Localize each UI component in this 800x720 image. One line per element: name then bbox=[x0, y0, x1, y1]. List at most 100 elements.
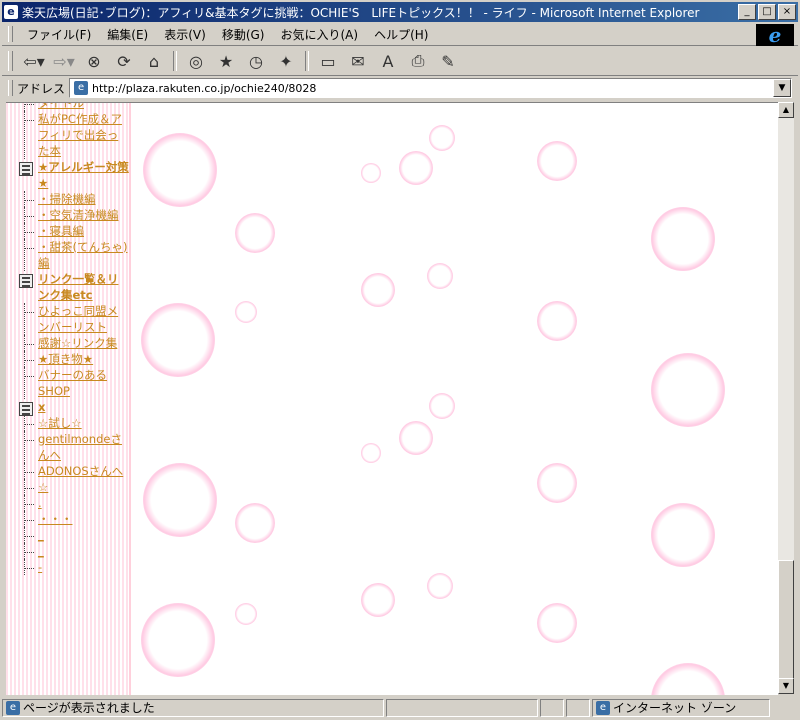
scroll-thumb[interactable] bbox=[778, 560, 794, 682]
ie-logo-icon: e bbox=[756, 24, 794, 46]
bubble-decoration bbox=[427, 573, 453, 599]
back-icon[interactable]: ⇦▾ bbox=[22, 50, 46, 72]
sidebar-link-label: タイトル bbox=[38, 103, 84, 110]
page-done-icon: e bbox=[6, 700, 20, 715]
bubble-decoration bbox=[361, 583, 395, 617]
bubble-decoration bbox=[141, 303, 215, 377]
menu-favorites[interactable]: お気に入り(A) bbox=[272, 26, 366, 43]
sidebar-link-label: バナーのあるSHOP bbox=[38, 368, 107, 398]
sidebar-link-label: _ bbox=[38, 544, 44, 558]
status-bar: e ページが表示されました e インターネット ゾーン bbox=[2, 697, 798, 718]
menu-go[interactable]: 移動(G) bbox=[214, 26, 273, 43]
history-icon[interactable]: ◷ bbox=[244, 50, 268, 72]
menu-view[interactable]: 表示(V) bbox=[156, 26, 214, 43]
sidebar-link[interactable]: _ bbox=[6, 527, 129, 543]
sidebar-link[interactable]: ☆試し☆ bbox=[6, 415, 129, 431]
content-area bbox=[131, 103, 778, 695]
bubble-decoration bbox=[651, 663, 725, 695]
sidebar-category[interactable]: ★アレルギー対策★ bbox=[6, 159, 129, 191]
sidebar-link[interactable]: - bbox=[6, 559, 129, 575]
sidebar-link-label: 感謝☆リンク集 bbox=[38, 336, 118, 350]
page-icon: e bbox=[74, 81, 89, 95]
sidebar-link[interactable]: ADONOSさんへ bbox=[6, 463, 129, 479]
bubble-decoration bbox=[537, 141, 577, 181]
minimize-button[interactable]: _ bbox=[738, 4, 756, 20]
refresh-icon[interactable]: ⟳ bbox=[112, 50, 136, 72]
menu-bar: ファイル(F) 編集(E) 表示(V) 移動(G) お気に入り(A) ヘルプ(H… bbox=[2, 23, 798, 46]
sidebar-category[interactable]: リンク一覧＆リンク集etc bbox=[6, 271, 129, 303]
close-button[interactable]: × bbox=[778, 4, 796, 20]
menu-file[interactable]: ファイル(F) bbox=[19, 26, 99, 43]
sidebar-link-label: ★アレルギー対策★ bbox=[38, 160, 129, 190]
sidebar-link[interactable]: ・掃除機編 bbox=[6, 191, 129, 207]
sidebar-link-label: ・掃除機編 bbox=[38, 192, 96, 206]
sidebar-link-label: ・空気清浄機編 bbox=[38, 208, 119, 222]
sidebar-link-label: gentilmondeさんへ bbox=[38, 432, 122, 462]
sidebar-link-label: リンク一覧＆リンク集etc bbox=[38, 272, 119, 302]
forward-icon[interactable]: ⇨▾ bbox=[52, 50, 76, 72]
menu-edit[interactable]: 編集(E) bbox=[99, 26, 156, 43]
fullscreen-icon[interactable]: ▭ bbox=[316, 50, 340, 72]
sidebar-link-label: - bbox=[38, 560, 43, 574]
bubble-decoration bbox=[361, 273, 395, 307]
sidebar-link[interactable]: ・甜茶(てんちゃ)編 bbox=[6, 239, 129, 271]
vertical-scrollbar[interactable]: ▲ ▼ bbox=[778, 102, 794, 694]
sidebar-link-label: ★頂き物★ bbox=[38, 352, 94, 366]
sidebar-link[interactable]: バナーのあるSHOP bbox=[6, 367, 129, 399]
sidebar-link-label: . bbox=[38, 496, 42, 510]
sidebar-category[interactable]: x bbox=[6, 399, 129, 416]
sidebar-link[interactable]: _ bbox=[6, 543, 129, 559]
sidebar-nav: タイトル 私がPC作成＆アフィリで出会った本 ★アレルギー対策★ ・掃除機編・空気清浄… bbox=[6, 103, 129, 575]
sidebar-link[interactable]: 感謝☆リンク集 bbox=[6, 335, 129, 351]
zone-panel: e インターネット ゾーン bbox=[592, 698, 770, 717]
favorites-icon[interactable]: ★ bbox=[214, 50, 238, 72]
window-title: 楽天広場(日記･ブログ)：アフィリ&基本タグに挑戦：OCHIE'S LIFEトピ… bbox=[22, 5, 700, 20]
bubble-decoration bbox=[427, 263, 453, 289]
scroll-up-button[interactable]: ▲ bbox=[778, 102, 794, 118]
sidebar-link[interactable]: gentilmondeさんへ bbox=[6, 431, 129, 463]
title-bar[interactable]: e 楽天広場(日記･ブログ)：アフィリ&基本タグに挑戦：OCHIE'S LIFE… bbox=[2, 2, 798, 22]
bubble-decoration bbox=[235, 213, 275, 253]
category-list-icon bbox=[19, 274, 33, 288]
sidebar-link-label: ☆試し☆ bbox=[38, 416, 82, 430]
sidebar-link[interactable]: 私がPC作成＆アフィリで出会った本 bbox=[6, 111, 129, 159]
home-icon[interactable]: ⌂ bbox=[142, 50, 166, 72]
sidebar-link[interactable]: ☆ bbox=[6, 479, 129, 495]
status-text-panel: e ページが表示されました bbox=[2, 698, 384, 717]
edit-icon[interactable]: ✎ bbox=[436, 50, 460, 72]
sidebar-link[interactable]: ・空気清浄機編 bbox=[6, 207, 129, 223]
bubble-decoration bbox=[143, 133, 217, 207]
bubble-decoration bbox=[537, 301, 577, 341]
channels-icon[interactable]: ✦ bbox=[274, 50, 298, 72]
sidebar-link[interactable]: ★頂き物★ bbox=[6, 351, 129, 367]
search-icon[interactable]: ◎ bbox=[184, 50, 208, 72]
sidebar-link-label: ・寝具編 bbox=[38, 224, 84, 238]
maximize-button[interactable]: □ bbox=[758, 4, 776, 20]
address-url[interactable]: http://plaza.rakuten.co.jp/ochie240/8028 bbox=[92, 82, 316, 95]
address-grip bbox=[8, 80, 13, 96]
bubble-decoration bbox=[361, 443, 381, 463]
mail-icon[interactable]: ✉ bbox=[346, 50, 370, 72]
address-input[interactable]: e http://plaza.rakuten.co.jp/ochie240/80… bbox=[69, 78, 792, 98]
print-icon[interactable]: ⎙ bbox=[406, 50, 430, 72]
menu-help[interactable]: ヘルプ(H) bbox=[366, 26, 436, 43]
bubble-decoration bbox=[235, 503, 275, 543]
font-icon[interactable]: A bbox=[376, 50, 400, 72]
bubble-decoration bbox=[235, 603, 257, 625]
zone-text: インターネット ゾーン bbox=[613, 701, 737, 715]
sidebar-link[interactable]: ・寝具編 bbox=[6, 223, 129, 239]
bubble-decoration bbox=[141, 603, 215, 677]
bubble-decoration bbox=[399, 421, 433, 455]
sidebar-link-label: ・甜茶(てんちゃ)編 bbox=[38, 240, 128, 270]
sidebar-link[interactable]: . bbox=[6, 495, 129, 511]
sidebar-link[interactable]: ひよっこ同盟メンバーリスト bbox=[6, 303, 129, 335]
address-bar: アドレス e http://plaza.rakuten.co.jp/ochie2… bbox=[2, 77, 798, 99]
sidebar-link-label: ☆ bbox=[38, 480, 49, 494]
bubble-decoration bbox=[651, 503, 715, 567]
address-dropdown-button[interactable]: ▼ bbox=[773, 79, 791, 97]
stop-icon[interactable]: ⊗ bbox=[82, 50, 106, 72]
sidebar-link[interactable]: タイトル bbox=[6, 103, 129, 111]
address-label: アドレス bbox=[17, 81, 66, 96]
scroll-down-button[interactable]: ▼ bbox=[778, 678, 794, 694]
sidebar-link[interactable]: ・・・ bbox=[6, 511, 129, 527]
